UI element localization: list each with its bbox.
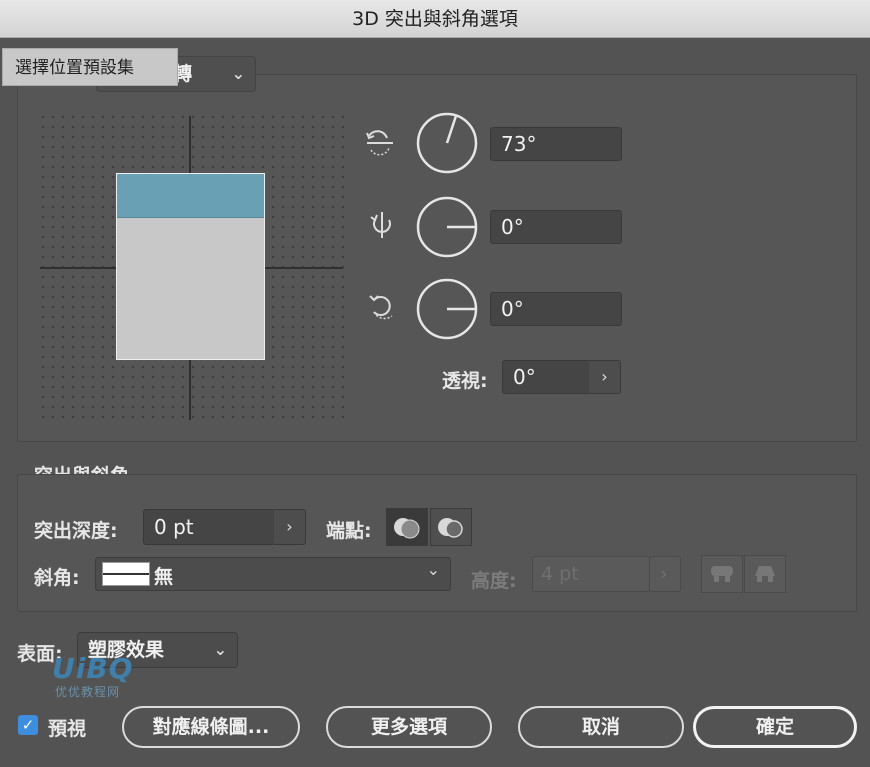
- cap-label: 端點:: [326, 520, 372, 542]
- bevel-preview-swatch: [102, 562, 150, 586]
- watermark-text: 优优教程网: [55, 685, 121, 699]
- ok-button[interactable]: 確定: [693, 706, 857, 748]
- extrude-depth-slider-button[interactable]: ›: [274, 509, 306, 545]
- cap-on-button[interactable]: [386, 508, 428, 546]
- cancel-button[interactable]: 取消: [518, 706, 684, 748]
- z-rotation-dial[interactable]: [416, 278, 478, 340]
- perspective-label: 透視:: [442, 370, 488, 392]
- x-rotation-input[interactable]: 73°: [490, 127, 622, 161]
- map-art-button[interactable]: 對應線條圖...: [122, 706, 300, 748]
- bevel-out-icon: [711, 566, 733, 582]
- cap-off-button[interactable]: [430, 508, 472, 546]
- x-axis-rotate-icon: [366, 130, 393, 156]
- bevel-out-button: [701, 555, 743, 593]
- x-rotation-dial[interactable]: [416, 112, 478, 174]
- height-slider-button: ›: [649, 556, 681, 592]
- height-input: 4 pt: [532, 556, 650, 592]
- y-rotation-input[interactable]: 0°: [490, 210, 622, 244]
- bevel-label: 斜角:: [34, 567, 80, 589]
- bevel-value: 無: [154, 566, 174, 588]
- extrude-depth-label: 突出深度:: [34, 520, 118, 542]
- cube-top-face: [117, 174, 264, 218]
- cap-on-icon: [394, 518, 420, 539]
- rotation-cube[interactable]: [116, 173, 265, 360]
- y-rotation-dial[interactable]: [416, 196, 478, 258]
- extrude-depth-input[interactable]: 0 pt: [143, 509, 275, 545]
- window-title: 3D 突出與斜角選項: [0, 0, 870, 38]
- preview-checkbox[interactable]: ✓: [18, 715, 38, 735]
- watermark-logo: UiBQ: [52, 652, 134, 685]
- bevel-select[interactable]: 無 ⌄: [95, 557, 451, 591]
- cap-off-icon: [438, 518, 463, 538]
- chevron-down-icon: ⌄: [213, 640, 227, 659]
- preview-label: 預視: [48, 718, 87, 740]
- perspective-input[interactable]: 0°: [502, 360, 590, 394]
- bevel-in-button: [744, 555, 786, 593]
- more-options-button[interactable]: 更多選項: [326, 706, 492, 748]
- preset-tooltip: 選擇位置預設集: [2, 48, 178, 86]
- z-axis-rotate-icon: [369, 295, 393, 320]
- bevel-in-icon: [755, 566, 775, 582]
- chevron-down-icon: ⌄: [426, 560, 440, 579]
- height-label: 高度:: [471, 570, 517, 592]
- y-axis-rotate-icon: [370, 212, 391, 238]
- perspective-slider-button[interactable]: ›: [589, 360, 621, 394]
- z-rotation-input[interactable]: 0°: [490, 292, 622, 326]
- chevron-down-icon: ⌄: [231, 64, 245, 83]
